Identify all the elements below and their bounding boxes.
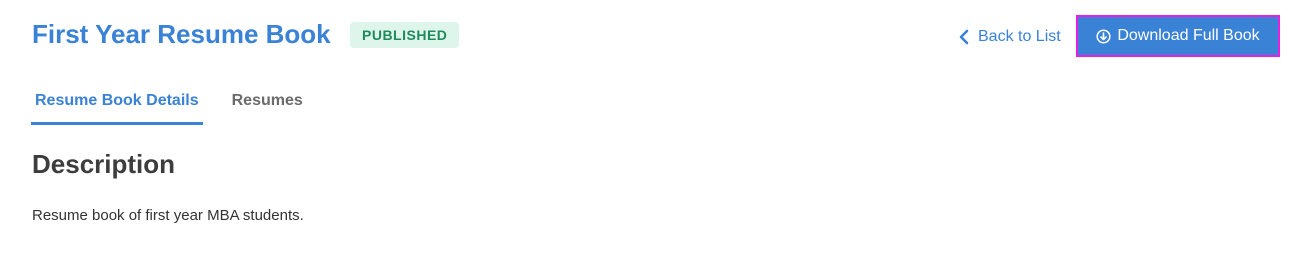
tab-resumes[interactable]: Resumes: [228, 84, 307, 125]
description-heading: Description: [32, 149, 176, 179]
description-text: Resume book of first year MBA students.: [32, 207, 304, 224]
download-full-book-button[interactable]: Download Full Book: [1076, 15, 1280, 57]
tab-bar: Resume Book Details Resumes: [31, 84, 307, 125]
back-link-label: Back to List: [978, 28, 1061, 45]
tab-resume-book-details[interactable]: Resume Book Details: [31, 84, 203, 125]
download-button-label: Download Full Book: [1117, 27, 1260, 44]
page-title: First Year Resume Book: [32, 19, 331, 49]
chevron-left-icon: [958, 29, 970, 45]
back-to-list-link[interactable]: Back to List: [958, 26, 1061, 48]
download-icon: [1096, 28, 1111, 44]
status-badge: PUBLISHED: [350, 22, 460, 48]
